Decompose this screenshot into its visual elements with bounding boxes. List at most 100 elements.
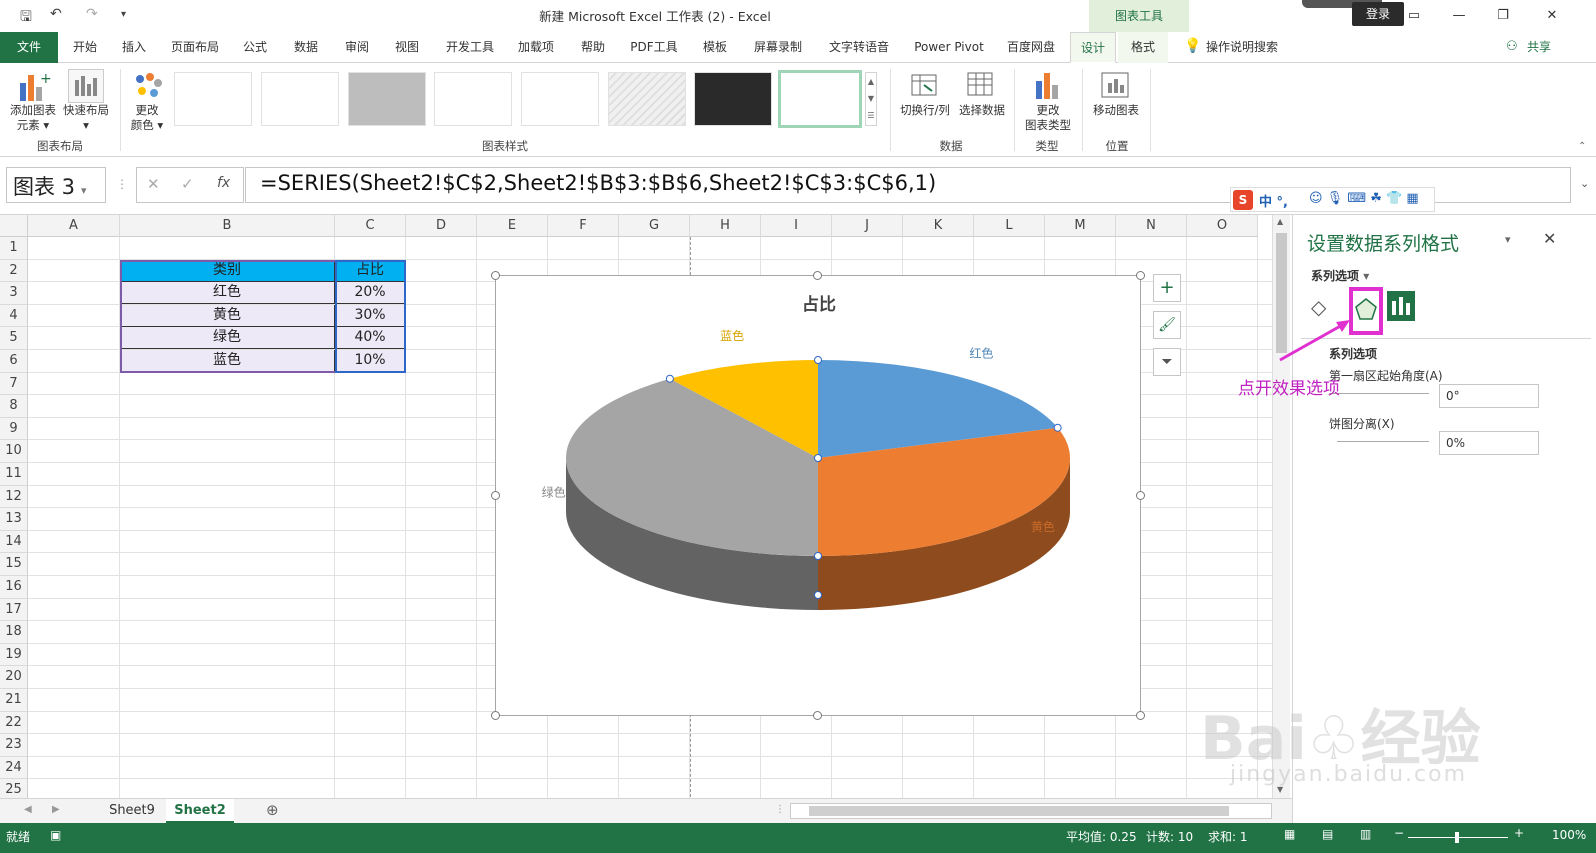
data-label-1[interactable]: 黄色 — [1031, 520, 1055, 534]
chart-style-4[interactable] — [434, 72, 512, 126]
expand-formula-icon[interactable]: ⌄ — [1580, 177, 1589, 190]
row-header-10[interactable]: 10 — [0, 440, 28, 463]
resize-handle[interactable] — [491, 711, 500, 720]
column-header-b[interactable]: B — [120, 215, 335, 237]
row-header-22[interactable]: 22 — [0, 711, 28, 735]
tab-file[interactable]: 文件 — [0, 32, 58, 63]
resize-handle[interactable] — [813, 271, 822, 280]
resize-handle[interactable] — [491, 271, 500, 280]
row-header-14[interactable]: 14 — [0, 530, 28, 554]
change-chart-type-button[interactable]: 更改 图表类型 — [1020, 103, 1076, 133]
macro-record-icon[interactable]: ▣ — [50, 828, 61, 842]
row-header-7[interactable]: 7 — [0, 372, 28, 396]
select-all-corner[interactable] — [0, 215, 28, 237]
tab-developer[interactable]: 开发工具 — [437, 32, 503, 63]
insert-function-icon[interactable]: fx — [217, 175, 230, 191]
tab-addins[interactable]: 加载项 — [508, 32, 564, 63]
chart-style-1[interactable] — [174, 72, 252, 126]
prev-sheet-icon[interactable]: ◀ — [24, 804, 32, 815]
row-header-18[interactable]: 18 — [0, 621, 28, 644]
zoom-slider-thumb[interactable] — [1455, 832, 1459, 843]
chart-style-7[interactable] — [694, 72, 772, 126]
page-layout-view-icon[interactable]: ▤ — [1322, 827, 1333, 841]
chart-style-2[interactable] — [261, 72, 339, 126]
quick-layout-icon[interactable] — [68, 69, 104, 103]
change-chart-type-icon[interactable] — [1032, 69, 1062, 101]
row-header-8[interactable]: 8 — [0, 395, 28, 418]
chart-styles-brush-icon[interactable]: 🖌 — [1153, 311, 1181, 339]
column-header-h[interactable]: H — [690, 215, 761, 237]
chart-style-6[interactable] — [608, 72, 686, 126]
column-header-i[interactable]: I — [761, 215, 832, 237]
tab-power-pivot[interactable]: Power Pivot — [904, 32, 994, 63]
column-header-d[interactable]: D — [406, 215, 477, 237]
ime-tools-icon[interactable]: ☺ 🎙 ⌨ ☘ 👕 ▦ — [1309, 191, 1419, 206]
horizontal-scroll-thumb[interactable] — [809, 806, 1229, 816]
chart-style-8-selected[interactable] — [778, 70, 862, 128]
switch-row-column-icon[interactable] — [910, 71, 940, 99]
tab-pdf-tools[interactable]: PDF工具 — [622, 32, 686, 63]
column-header-a[interactable]: A — [28, 215, 120, 237]
ribbon-display-icon[interactable]: ▭ — [1392, 4, 1436, 28]
resize-handle[interactable] — [1136, 711, 1145, 720]
row-header-20[interactable]: 20 — [0, 666, 28, 689]
chart-filter-icon[interactable]: ⏷ — [1153, 348, 1181, 376]
series-options-icon[interactable] — [1387, 291, 1415, 321]
share-button[interactable]: 共享 — [1522, 32, 1556, 63]
close-icon[interactable]: ✕ — [1530, 4, 1574, 28]
horizontal-scrollbar[interactable] — [790, 803, 1272, 819]
minimize-icon[interactable]: — — [1437, 4, 1481, 28]
row-header-6[interactable]: 6 — [0, 350, 28, 373]
column-header-j[interactable]: J — [832, 215, 903, 237]
tab-screen-record[interactable]: 屏幕录制 — [744, 32, 812, 63]
explosion-input[interactable]: 0% — [1439, 431, 1539, 455]
row-header-24[interactable]: 24 — [0, 756, 28, 780]
row-header-21[interactable]: 21 — [0, 689, 28, 712]
row-header-25[interactable]: 25 — [0, 779, 28, 798]
tab-home[interactable]: 开始 — [62, 32, 108, 63]
row-header-4[interactable]: 4 — [0, 304, 28, 328]
chart-style-3[interactable] — [348, 72, 426, 126]
tab-help[interactable]: 帮助 — [570, 32, 616, 63]
tab-data[interactable]: 数据 — [283, 32, 329, 63]
zoom-in-icon[interactable]: + — [1514, 826, 1524, 840]
collapse-ribbon-icon[interactable]: ⌃ — [1578, 141, 1586, 152]
row-header-15[interactable]: 15 — [0, 553, 28, 576]
move-chart-icon[interactable] — [1100, 69, 1130, 101]
sheet-tab-sheet9[interactable]: Sheet9 — [100, 799, 164, 823]
change-colors-label[interactable]: 更改 颜色 ▾ — [124, 103, 170, 133]
column-header-g[interactable]: G — [619, 215, 690, 237]
data-label-2[interactable]: 绿色 — [542, 484, 566, 499]
row-header-9[interactable]: 9 — [0, 417, 28, 441]
quick-layout-label[interactable]: 快速布局 ▾ — [60, 103, 112, 133]
ime-lang-icon[interactable]: 中 °, — [1259, 191, 1288, 210]
zoom-level[interactable]: 100% — [1552, 828, 1586, 842]
tab-view[interactable]: 视图 — [384, 32, 430, 63]
row-header-3[interactable]: 3 — [0, 282, 28, 305]
resize-handle[interactable] — [813, 711, 822, 720]
tab-design[interactable]: 设计 — [1070, 32, 1116, 63]
move-chart-button[interactable]: 移动图表 — [1088, 103, 1144, 118]
enter-icon[interactable]: ✓ — [181, 175, 194, 193]
column-header-c[interactable]: C — [335, 215, 406, 237]
split-handle-icon[interactable]: ⋮ — [775, 804, 785, 815]
scroll-up-icon[interactable]: ▲ — [1277, 217, 1283, 226]
chart-style-5[interactable] — [521, 72, 599, 126]
row-header-19[interactable]: 19 — [0, 643, 28, 667]
tell-me-search[interactable]: 操作说明搜索 — [1206, 32, 1286, 63]
first-slice-angle-input[interactable]: 0° — [1439, 384, 1539, 408]
pie-chart[interactable]: 占比 红色 黄色 绿色 蓝色 — [495, 275, 1141, 716]
chart-elements-plus-icon[interactable]: + — [1153, 274, 1181, 302]
tab-insert[interactable]: 插入 — [111, 32, 157, 63]
row-header-5[interactable]: 5 — [0, 327, 28, 350]
resize-handle[interactable] — [1136, 271, 1145, 280]
switch-row-column-button[interactable]: 切换行/列 — [896, 103, 954, 118]
add-chart-element-icon[interactable]: + — [12, 69, 52, 103]
column-header-f[interactable]: F — [548, 215, 619, 237]
tab-baidu-netdisk[interactable]: 百度网盘 — [998, 32, 1064, 63]
zoom-out-icon[interactable]: − — [1394, 826, 1404, 840]
column-header-l[interactable]: L — [974, 215, 1045, 237]
tab-format[interactable]: 格式 — [1118, 32, 1168, 63]
maximize-icon[interactable]: ❐ — [1481, 4, 1525, 28]
row-header-13[interactable]: 13 — [0, 508, 28, 531]
